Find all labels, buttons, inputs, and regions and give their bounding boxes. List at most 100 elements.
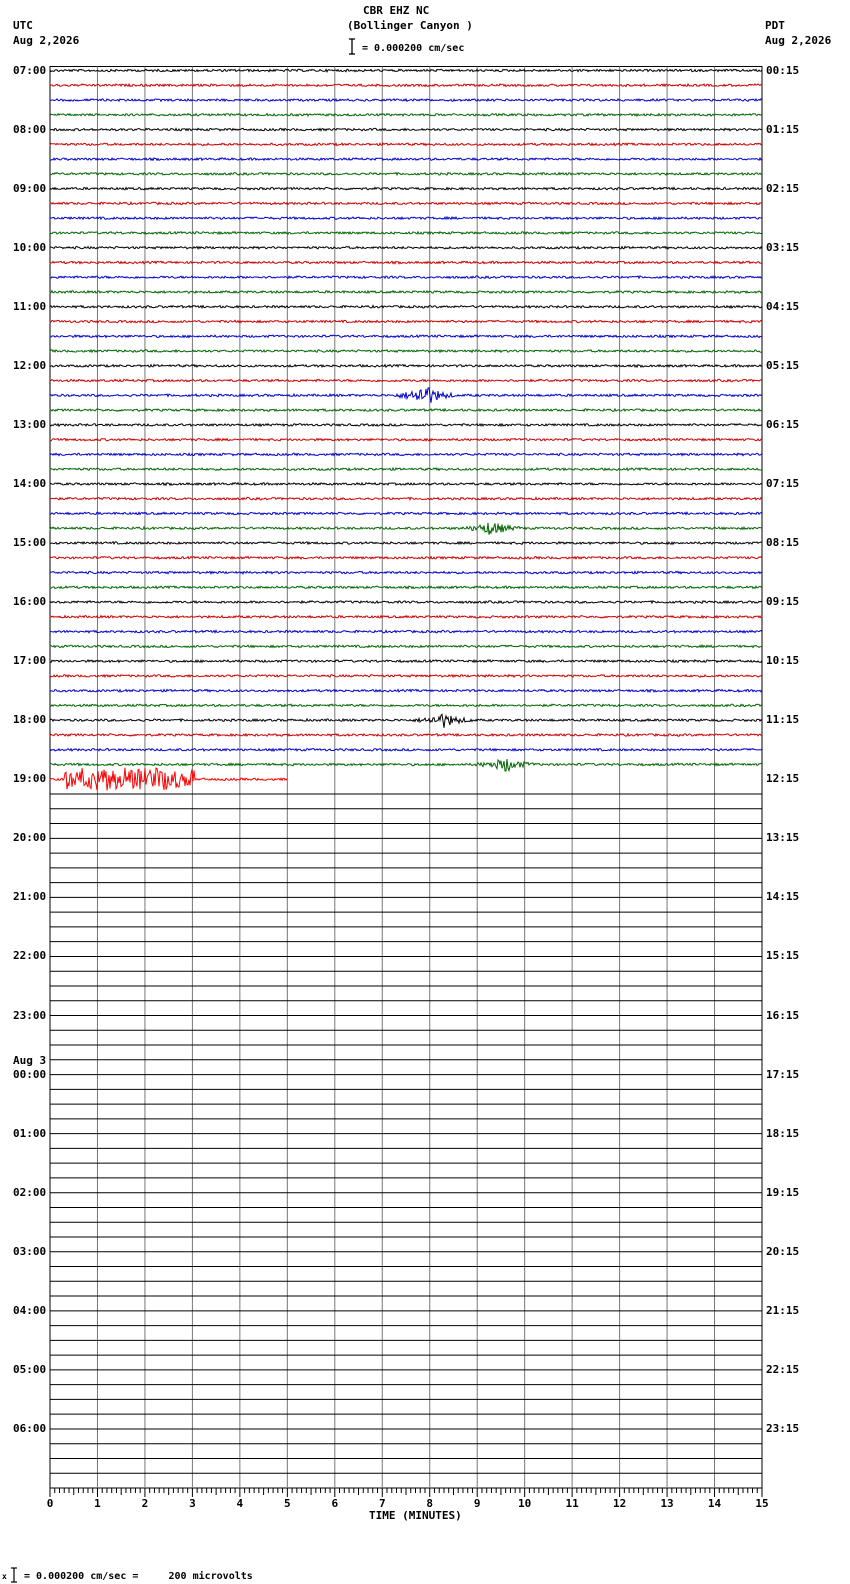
trace-row	[49, 142, 763, 147]
trace-row	[49, 260, 763, 265]
trace-row	[49, 319, 763, 324]
pdt-hour-label: 15:15	[766, 949, 800, 963]
utc-hour-label: 00:00	[13, 1067, 47, 1081]
utc-hour-label: 19:00	[13, 772, 47, 786]
x-axis: 0 1 2 3 4 5 6 7 8 9 10 11 12 13 14 15	[47, 1488, 769, 1510]
pdt-hour-label: 11:15	[766, 713, 800, 727]
trace-row	[49, 304, 763, 310]
chart-traces	[49, 68, 763, 791]
pdt-hour-label: 06:15	[766, 417, 800, 431]
x-tick-label: 0	[47, 1497, 54, 1510]
trace-row	[49, 127, 763, 132]
pdt-hour-label: 04:15	[766, 299, 800, 313]
pdt-hour-label: 08:15	[766, 536, 800, 549]
pdt-hour-label: 07:15	[766, 476, 800, 490]
utc-hour-label: 06:00	[13, 1421, 47, 1435]
utc-hour-label: 23:00	[13, 1008, 47, 1022]
footer-scale-bar-icon	[11, 1567, 17, 1583]
trace-row	[49, 437, 763, 442]
trace-row	[49, 747, 763, 753]
utc-hour-label: 20:00	[13, 831, 47, 845]
trace-row	[49, 407, 763, 413]
x-tick-label: 11	[566, 1497, 580, 1510]
pdt-hour-label: 21:15	[766, 1303, 800, 1317]
trace-row	[49, 387, 763, 403]
pdt-hour-label: 18:15	[766, 1126, 800, 1140]
utc-hour-label: 05:00	[13, 1362, 47, 1376]
utc-hour-label: 17:00	[13, 654, 47, 668]
chart-grid	[49, 66, 763, 1489]
trace-row	[49, 156, 763, 162]
utc-hour-label: 09:00	[13, 181, 47, 195]
pdt-hour-label: 16:15	[766, 1008, 800, 1022]
pdt-hour-label: 13:15	[766, 831, 800, 845]
utc-hour-label: 10:00	[13, 240, 47, 254]
trace-row	[49, 452, 763, 457]
utc-hour-label: 14:00	[13, 476, 47, 490]
trace-row	[49, 348, 763, 354]
pdt-hour-label: 14:15	[766, 890, 800, 904]
utc-hour-label: 11:00	[13, 299, 47, 313]
trace-row	[49, 171, 763, 177]
pdt-hour-label: 00:15	[766, 63, 800, 77]
trace-row	[49, 658, 763, 664]
pdt-hour-label: 10:15	[766, 654, 800, 668]
utc-hour-label: 21:00	[13, 890, 47, 904]
trace-row	[49, 732, 763, 738]
trace-row	[49, 112, 763, 118]
trace-row	[49, 540, 763, 546]
plot-border	[49, 66, 763, 1489]
x-tick-label: 12	[613, 1497, 626, 1510]
utc-hour-label: 22:00	[13, 949, 47, 963]
x-tick-label: 2	[142, 1497, 149, 1510]
trace-row	[49, 275, 763, 280]
pdt-hour-label: 23:15	[766, 1421, 800, 1435]
x-tick-label: 9	[474, 1497, 481, 1510]
seismogram-chart: 0 1 2 3 4 5 6 7 8 9 10 11 12 13 14 15	[47, 66, 769, 1510]
trace-row	[49, 643, 763, 649]
x-tick-label: 4	[237, 1497, 244, 1510]
footer-scale-text: = 0.000200 cm/sec = 200 microvolts	[24, 1571, 253, 1582]
trace-row	[49, 466, 763, 472]
trace-row	[49, 599, 763, 605]
trace-row	[49, 703, 763, 708]
x-tick-label: 3	[189, 1497, 196, 1510]
trace-row	[49, 713, 763, 728]
trace-row	[49, 82, 763, 88]
trace-row	[49, 363, 763, 369]
trace-row	[49, 230, 763, 236]
trace-row	[49, 97, 763, 103]
trace-row	[49, 496, 763, 501]
trace-row	[49, 511, 763, 516]
utc-hour-label: 15:00	[13, 536, 47, 549]
utc-hour-label: 07:00	[13, 63, 47, 77]
pdt-hour-label: 05:15	[766, 358, 800, 372]
trace-row	[49, 422, 763, 428]
utc-hour-label: 01:00	[13, 1126, 47, 1140]
trace-row	[49, 629, 763, 634]
trace-row	[49, 333, 762, 339]
pdt-hour-label: 12:15	[766, 772, 800, 786]
pdt-hour-label: 20:15	[766, 1244, 800, 1258]
x-tick-label: 5	[284, 1497, 291, 1510]
pdt-hour-label: 01:15	[766, 122, 800, 136]
footer-marker: x	[2, 1572, 7, 1581]
x-tick-label: 1	[94, 1497, 101, 1510]
trace-row	[49, 201, 763, 206]
trace-row	[49, 673, 763, 679]
utc-hour-label: 04:00	[13, 1303, 47, 1317]
utc-hour-label: 08:00	[13, 122, 47, 136]
trace-row	[49, 767, 288, 791]
x-tick-label: 14	[708, 1497, 722, 1510]
x-tick-label: 15	[755, 1497, 768, 1510]
trace-row	[49, 522, 763, 535]
x-tick-label: 10	[518, 1497, 531, 1510]
pdt-hour-label: 17:15	[766, 1067, 800, 1081]
trace-row	[49, 614, 763, 619]
trace-row	[49, 585, 763, 590]
pdt-hour-label: 02:15	[766, 181, 800, 195]
trace-row	[49, 570, 763, 575]
trace-row	[49, 215, 763, 221]
trace-row	[49, 555, 763, 560]
pdt-hour-label: 19:15	[766, 1185, 800, 1199]
